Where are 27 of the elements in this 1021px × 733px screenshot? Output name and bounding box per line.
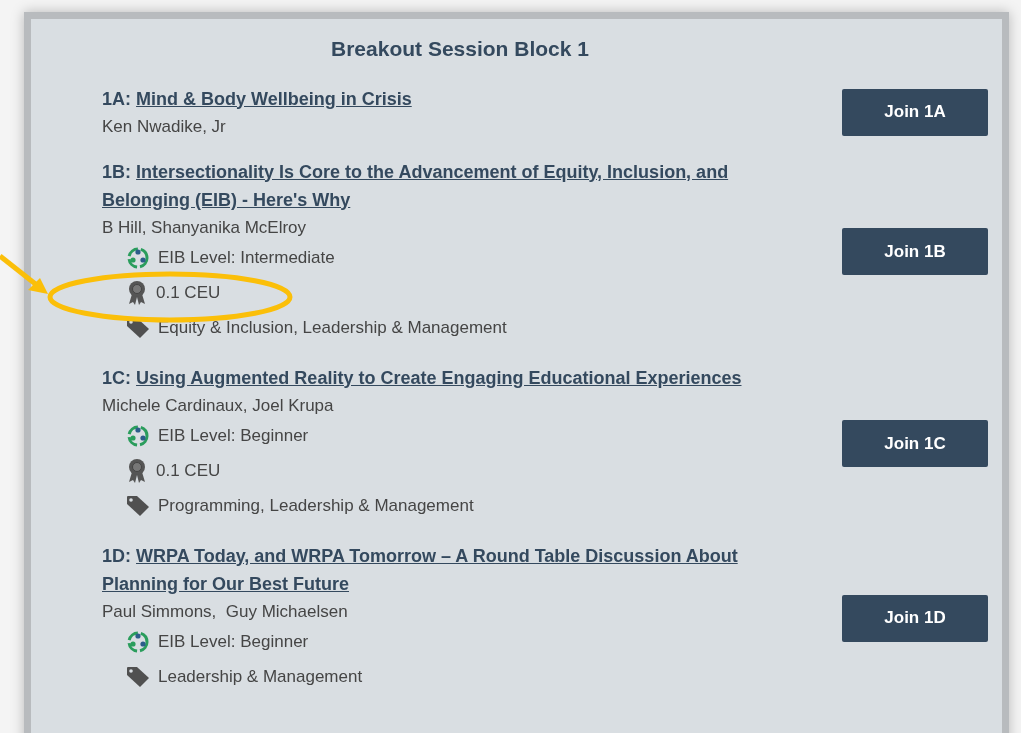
speaker-names: Michele Cardinaux, Joel Krupa [102,394,335,417]
session-detail: EIB Level: Beginner [158,631,309,654]
join-button[interactable]: Join 1C [842,420,988,467]
session-detail: 0.1 CEU [156,282,221,305]
session-detail: 0.1 CEU [156,460,221,483]
people-circle-icon [126,630,150,654]
people-circle-icon [126,246,150,270]
join-button[interactable]: Join 1B [842,228,988,275]
award-ribbon-icon [126,280,148,306]
award-ribbon-icon [126,458,148,484]
speaker-names: B Hill, Shanyanika McElroy [102,216,308,239]
session-title[interactable]: 1B: Intersectionality Is Core to the Advancement of Equity, Inclusion, and Belonging (EIB) - Here's Why [102,157,818,214]
session-title[interactable]: 1C: Using Augmented Reality to Create Engaging Educational Experiences [102,363,818,392]
session-title[interactable]: 1A: Mind & Body Wellbeing in Crisis [102,84,818,113]
join-button[interactable]: Join 1D [842,594,988,642]
speaker-names: Paul Simmons, Guy Michaelsen [102,600,349,623]
speaker-names: Ken Nwadike, Jr [102,115,227,138]
session-detail: Programming, Leadership & Management [158,495,474,518]
join-button[interactable]: Join 1A [842,88,988,136]
session-title[interactable]: 1D: WRPA Today, and WRPA Tomorrow – A Round Table Discussion About Planning for Our Best Future [102,541,818,598]
session-detail: Leadership & Management [158,666,363,689]
tag-icon [126,666,150,688]
people-circle-icon [126,424,150,448]
tag-icon [126,495,150,517]
session-detail: EIB Level: Beginner [158,425,309,448]
session-detail: EIB Level: Intermediate [158,247,335,270]
block-title: Breakout Session Block 1 [331,37,589,60]
